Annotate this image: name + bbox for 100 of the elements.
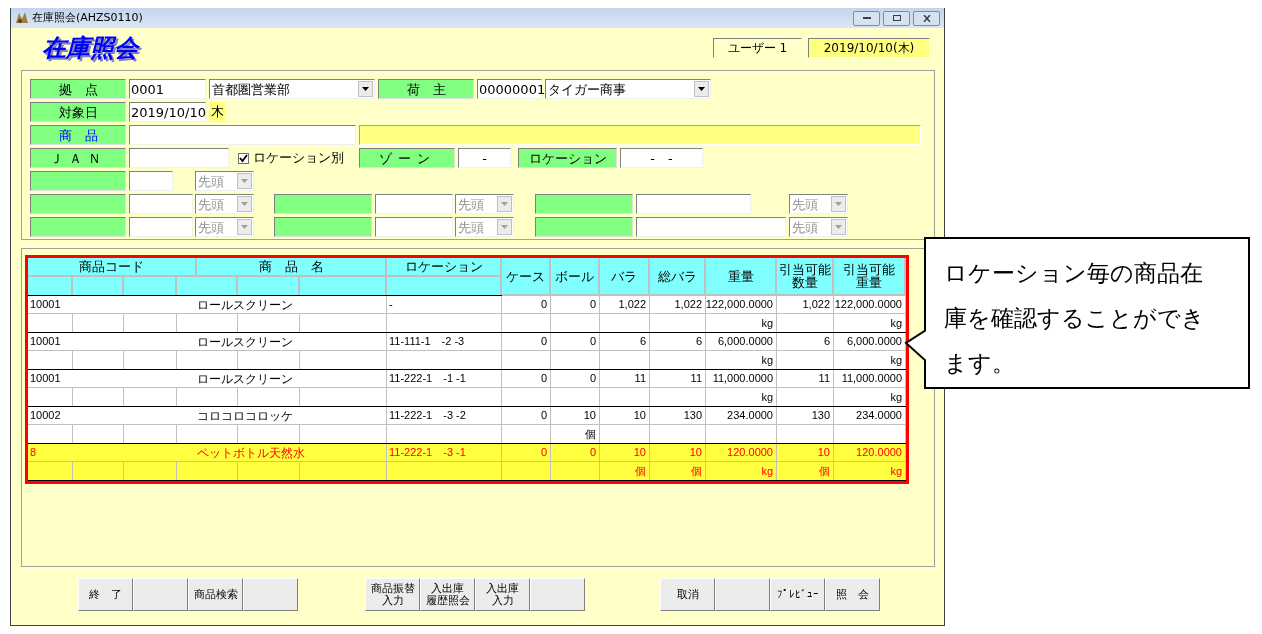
toolbar-button[interactable]: 商品検索 <box>188 578 243 611</box>
field-label: 対象日 <box>30 102 126 122</box>
field-label: ロケーション <box>518 148 617 168</box>
table-cell: 120.0000 <box>706 444 777 461</box>
column-header: ロケーション <box>387 258 502 278</box>
table-cell: 0 <box>502 333 551 350</box>
table-cell: 234.0000 <box>706 407 777 424</box>
input-field[interactable] <box>636 217 786 237</box>
minimize-button[interactable] <box>853 10 880 26</box>
column-subheader <box>177 277 238 295</box>
toolbar-button[interactable]: 入出庫 入力 <box>475 578 530 611</box>
table-cell: 0 <box>551 296 600 313</box>
unit-label: 個 <box>585 428 596 440</box>
table-row[interactable]: 10001 ロールスクリーン 11-222-1 -1 -1 0 0 11 11 11,000.0000 11 11,000.0000 kg kg <box>28 370 906 407</box>
input-field[interactable] <box>129 125 356 145</box>
column-subheader <box>124 277 177 295</box>
blank-button[interactable] <box>243 578 298 611</box>
table-cell-text: 10002 <box>29 408 62 423</box>
input-field[interactable] <box>375 194 453 214</box>
input-field[interactable]: - <box>458 148 511 168</box>
table-cell: 11 <box>600 370 650 387</box>
table-cell: 1,022 <box>777 296 834 313</box>
callout-text: ロケーション毎の商品在庫を確認することができます。 <box>944 259 1206 378</box>
table-cell-text: ロールスクリーン <box>197 333 294 350</box>
field-label: 荷 主 <box>378 79 474 99</box>
location-checkbox[interactable]: ロケーション別 <box>238 148 344 168</box>
table-cell: 11-222-1 -3 -1 <box>386 444 502 461</box>
column-subheader <box>28 277 73 295</box>
table-cell: 1,022 <box>650 296 706 313</box>
table-cell: 6 <box>600 333 650 350</box>
table-cell: 120.0000 <box>834 444 906 461</box>
checkbox-icon[interactable] <box>238 152 249 164</box>
user-label: ユーザー 1 <box>713 38 802 58</box>
toolbar-button[interactable]: ﾌﾟﾚﾋﾞｭｰ <box>770 578 825 611</box>
table-cell-text: ロールスクリーン <box>197 296 294 313</box>
toolbar-button[interactable]: 終 了 <box>78 578 133 611</box>
date-label: 2019/10/10(木) <box>808 38 930 58</box>
table-cell: 6 <box>650 333 706 350</box>
input-field[interactable] <box>129 171 173 191</box>
app-icon <box>15 11 29 25</box>
unit-label: kg <box>890 354 902 366</box>
blank-button[interactable] <box>530 578 585 611</box>
input-field[interactable]: 2019/10/10 <box>129 102 206 122</box>
unit-label: kg <box>761 391 773 403</box>
unit-label: kg <box>890 317 902 329</box>
table-row[interactable]: 10001 ロールスクリーン - 0 0 1,022 1,022 122,000.0000 1,022 122,000.0000 kg kg <box>28 296 906 333</box>
table-row[interactable]: 8 ペットボトル天然水 11-222-1 -3 -1 0 0 10 10 120.0000 10 120.0000 個 個 kg 個 kg <box>28 444 906 481</box>
table-cell: 11-222-1 -3 -2 <box>386 407 502 424</box>
input-field[interactable] <box>129 217 193 237</box>
dropdown[interactable]: タイガー商事 <box>545 79 711 99</box>
table-cell: 10 <box>600 407 650 424</box>
table-cell: 130 <box>777 407 834 424</box>
field-label: 商 品 <box>30 125 126 145</box>
maximize-button[interactable] <box>883 10 910 26</box>
table-cell: 0 <box>551 370 600 387</box>
toolbar-button[interactable]: 入出庫 履歴照会 <box>420 578 475 611</box>
dropdown[interactable]: 首都圏営業部 <box>209 79 375 99</box>
unit-label: 個 <box>691 465 702 477</box>
blank-button[interactable] <box>715 578 770 611</box>
table-cell: 6,000.0000 <box>706 333 777 350</box>
table-cell-text: ペットボトル天然水 <box>197 444 306 461</box>
input-field[interactable] <box>129 194 193 214</box>
table-cell-text: 10001 <box>29 371 62 386</box>
field-label: ゾーン <box>359 148 455 168</box>
toolbar-button[interactable]: 商品振替 入力 <box>365 578 420 611</box>
field-label: 拠 点 <box>30 79 126 99</box>
table-row[interactable]: 10002 コロコロコロッケ 11-222-1 -3 -2 0 10 10 130 234.0000 130 234.0000 個 <box>28 407 906 444</box>
table-cell: 11 <box>777 370 834 387</box>
unit-label: kg <box>890 465 902 477</box>
column-header: 引当可能 重量 <box>834 258 906 296</box>
input-field[interactable] <box>375 217 453 237</box>
table-cell-text: 10001 <box>29 334 62 349</box>
table-cell-text: 8 <box>29 445 38 460</box>
table-cell: 11,000.0000 <box>834 370 906 387</box>
unit-label: kg <box>761 354 773 366</box>
field-label: ＪＡＮ <box>30 148 126 168</box>
table-cell: 122,000.0000 <box>834 296 906 313</box>
column-header: 商 品 名 <box>197 258 387 278</box>
close-button[interactable] <box>913 10 940 26</box>
column-header: ケース <box>502 258 551 296</box>
table-cell: 11 <box>650 370 706 387</box>
input-field[interactable]: 0001 <box>129 79 206 99</box>
table-cell: 6 <box>777 333 834 350</box>
toolbar-button[interactable]: 照 会 <box>825 578 880 611</box>
column-subheader <box>73 277 124 295</box>
toolbar-button[interactable]: 取消 <box>660 578 715 611</box>
table-cell: 10 <box>650 444 706 461</box>
table-cell: 0 <box>502 370 551 387</box>
unit-label: 個 <box>819 465 830 477</box>
input-field[interactable]: - - <box>620 148 703 168</box>
table-cell-text: 10001 <box>29 297 62 312</box>
unit-label: 個 <box>635 465 646 477</box>
blank-button[interactable] <box>133 578 188 611</box>
input-field[interactable] <box>129 148 229 168</box>
close-icon[interactable] <box>922 14 931 22</box>
table-cell: 11-111-1 -2 -3 <box>386 333 502 350</box>
table-cell: 10 <box>777 444 834 461</box>
column-header: バラ <box>600 258 650 296</box>
input-field[interactable] <box>636 194 751 214</box>
input-field[interactable]: 00000001 <box>477 79 542 99</box>
